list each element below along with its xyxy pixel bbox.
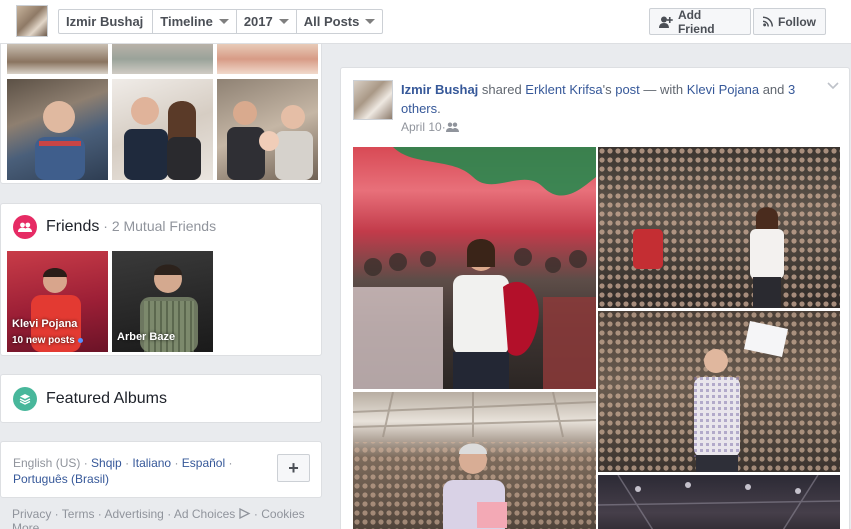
follow-label: Follow (778, 14, 816, 29)
chevron-down-icon[interactable] (827, 82, 839, 90)
chevron-down-icon (365, 19, 376, 24)
friend-activity: 10 new posts (12, 335, 83, 346)
language-link-italiano[interactable]: Italiano (132, 456, 171, 470)
friend-tile-klevi-pojana[interactable]: Klevi Pojana 10 new posts (7, 251, 108, 352)
add-friend-button[interactable]: Add Friend (649, 7, 751, 36)
photo-thumbnail[interactable] (7, 44, 108, 74)
featured-albums-title[interactable]: Featured Albums (46, 390, 167, 408)
photo-content (353, 392, 596, 529)
timeline-nav: Izmir Bushaj Timeline 2017 All Posts (58, 9, 384, 34)
shared-post: Izmir Bushaj shared Erklent Krifsa's pos… (340, 67, 850, 529)
friend-name: Klevi Pojana (12, 318, 78, 330)
add-friend-label: Add Friend (677, 7, 715, 36)
language-link-portugues[interactable]: Português (Brasil) (13, 472, 109, 486)
author-avatar[interactable] (353, 80, 393, 120)
post-photo[interactable] (598, 147, 840, 308)
shared-post-link[interactable]: post (615, 82, 640, 97)
post-photo[interactable] (598, 311, 840, 472)
photo-thumbnail[interactable] (7, 79, 108, 180)
friends-audience-icon[interactable] (445, 122, 459, 132)
page-footer: Privacy · Terms · Advertising · Ad Choic… (12, 507, 305, 529)
new-posts-dot-icon (77, 337, 83, 343)
follow-button[interactable]: Follow (753, 8, 826, 35)
year-label: 2017 (243, 14, 273, 29)
language-link-espanol[interactable]: Español (182, 456, 225, 470)
footer-link-ad-choices[interactable]: Ad Choices (174, 507, 235, 521)
mutual-friends-count[interactable]: 2 Mutual Friends (112, 218, 216, 234)
friends-header: Friends · 2 Mutual Friends (46, 218, 217, 235)
language-card: English (US) · Shqip · Italiano · Españo… (0, 441, 322, 498)
profile-topbar: Izmir Bushaj Timeline 2017 All Posts Add… (0, 0, 851, 44)
chevron-down-icon (278, 19, 289, 24)
albums-icon (13, 387, 37, 411)
post-photo[interactable] (353, 392, 596, 529)
photo-thumbnail[interactable] (217, 79, 318, 180)
friends-title[interactable]: Friends (46, 218, 99, 235)
add-friend-icon (659, 16, 673, 28)
language-link-shqip[interactable]: Shqip (91, 456, 122, 470)
rss-icon (763, 16, 773, 27)
photo-content (598, 147, 840, 308)
filter-label: All Posts (303, 14, 360, 29)
photo-content (124, 97, 201, 180)
profile-name-link[interactable]: Izmir Bushaj (59, 10, 154, 33)
post-photo[interactable] (598, 475, 840, 529)
language-list: English (US) · Shqip · Italiano · Españo… (13, 456, 233, 486)
post-header: Izmir Bushaj shared Erklent Krifsa's pos… (401, 82, 796, 116)
friend-tile-arber-baze[interactable]: Arber Baze (112, 251, 213, 352)
photo-content (353, 147, 596, 389)
footer-link-terms[interactable]: Terms (62, 507, 95, 521)
post-action: shared (481, 82, 522, 97)
photo-content (227, 101, 313, 180)
year-dropdown[interactable]: 2017 (237, 10, 297, 33)
post-author-link[interactable]: Izmir Bushaj (401, 82, 478, 97)
photo-content (598, 475, 840, 529)
photo-content (35, 101, 85, 180)
photo-content (598, 311, 840, 472)
photo-thumbnail[interactable] (112, 44, 213, 74)
photo-thumbnail[interactable] (112, 79, 213, 180)
ad-choices-icon (238, 507, 251, 520)
profile-thumbnail[interactable] (16, 5, 48, 37)
friend-name: Arber Baze (117, 331, 176, 343)
photo-thumbnail[interactable] (217, 44, 318, 74)
friends-icon (13, 215, 37, 239)
tagged-person-link[interactable]: Klevi Pojana (687, 82, 759, 97)
filter-dropdown[interactable]: All Posts (297, 10, 383, 33)
post-meta: April 10 · (401, 120, 459, 134)
shared-from-link[interactable]: Erklent Krifsa (525, 82, 602, 97)
featured-albums-card: Featured Albums (0, 374, 322, 423)
footer-link-more[interactable]: More (12, 521, 39, 529)
post-photo[interactable] (353, 147, 596, 389)
post-date[interactable]: April 10 (401, 120, 442, 134)
add-language-button[interactable]: + (277, 454, 310, 482)
timeline-dropdown[interactable]: Timeline (153, 10, 237, 33)
friends-card: Friends · 2 Mutual Friends Klevi Pojana … (0, 203, 322, 356)
footer-link-cookies[interactable]: Cookies (261, 507, 304, 521)
current-language: English (US) (13, 456, 81, 470)
footer-link-privacy[interactable]: Privacy (12, 507, 51, 521)
timeline-label: Timeline (160, 14, 213, 29)
footer-link-advertising[interactable]: Advertising (104, 507, 163, 521)
photos-card (0, 44, 322, 184)
chevron-down-icon (218, 19, 229, 24)
